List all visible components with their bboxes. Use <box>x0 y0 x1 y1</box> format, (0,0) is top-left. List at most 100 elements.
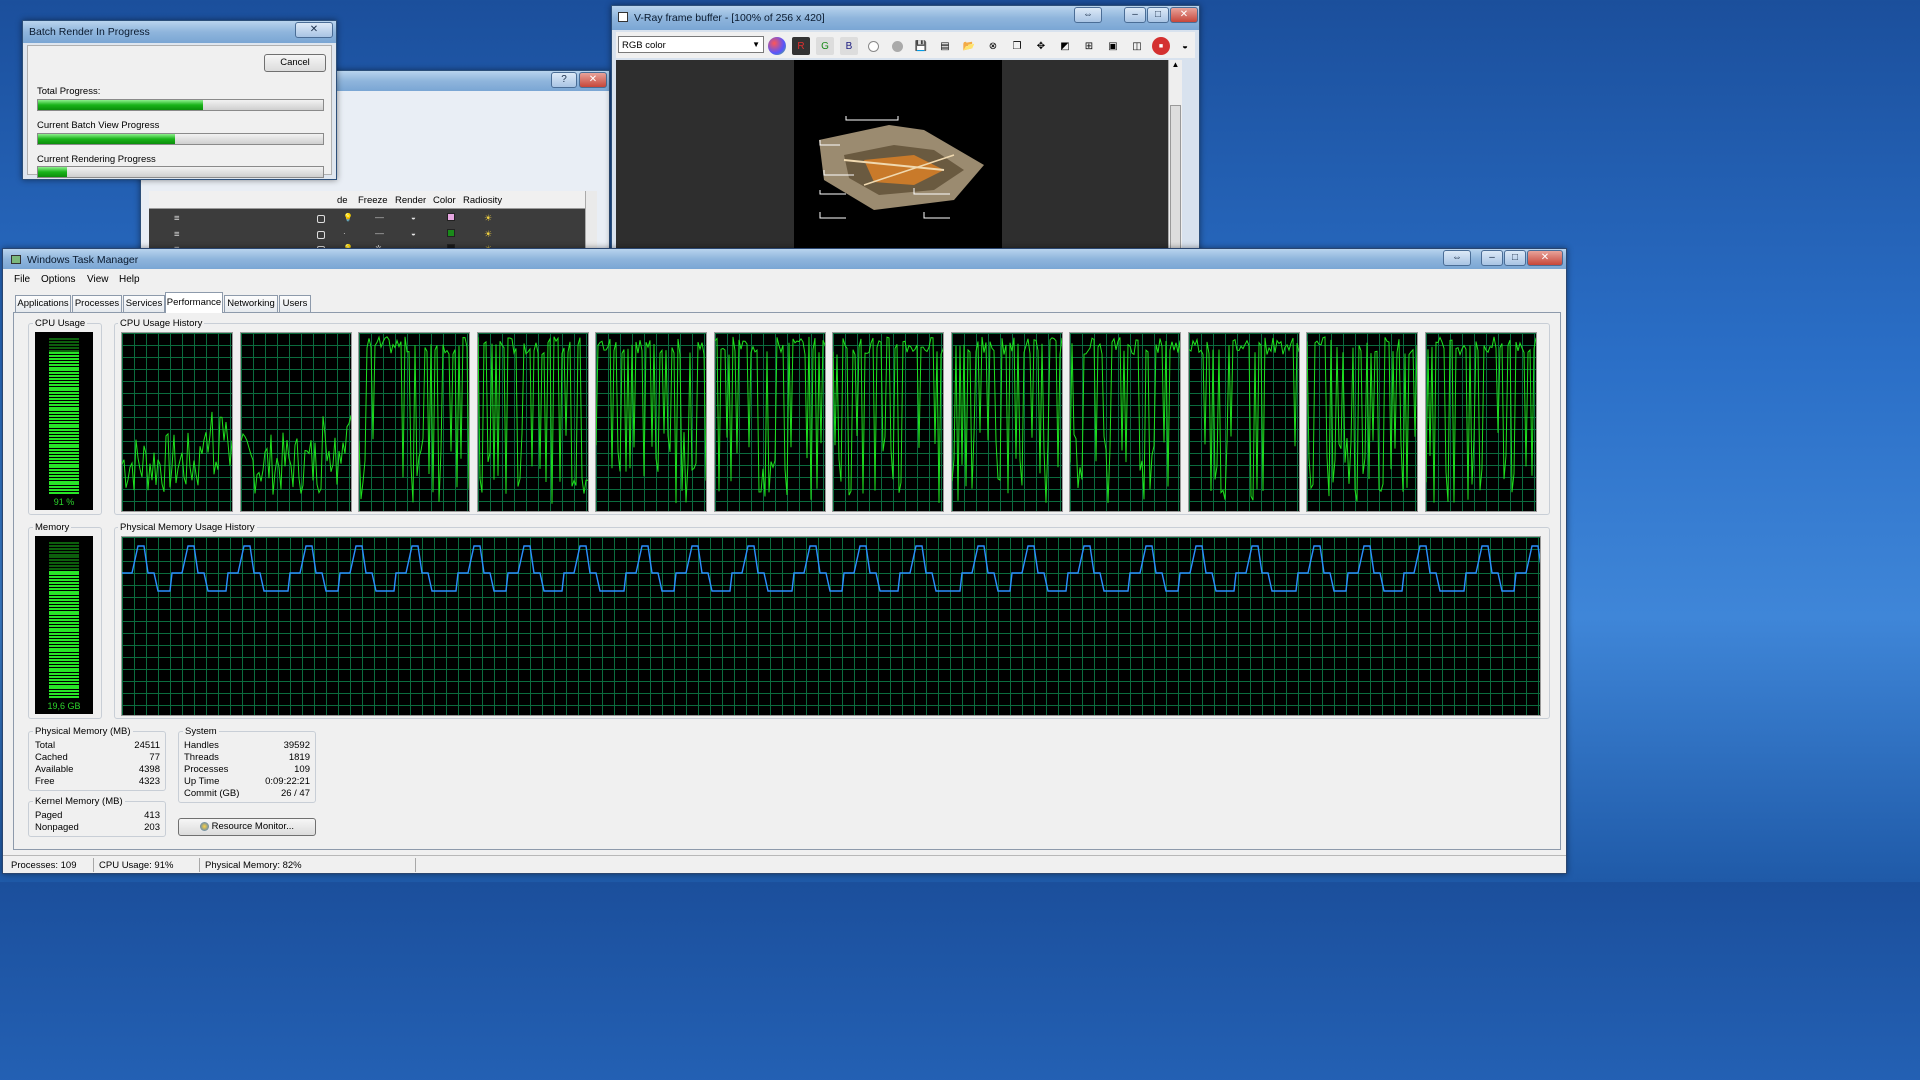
render-teapot-icon[interactable]: ◒ <box>411 213 416 222</box>
col-radiosity[interactable]: Radiosity <box>463 195 502 206</box>
meter-segment <box>49 378 79 380</box>
batch-render-titlebar[interactable]: Batch Render In Progress ✕ <box>23 21 336 43</box>
close-button[interactable]: ✕ <box>579 72 607 88</box>
menu-help[interactable]: Help <box>119 274 140 285</box>
channel-select[interactable]: RGB color ▼ <box>618 36 764 53</box>
vfb-scrollbar[interactable]: ▲ <box>1168 60 1182 256</box>
cancel-button[interactable]: Cancel <box>264 54 326 72</box>
bulb-icon[interactable]: 💡 <box>343 213 353 222</box>
meter-segment <box>49 681 79 684</box>
tab-networking[interactable]: Networking <box>224 295 278 312</box>
menu-view[interactable]: View <box>87 274 109 285</box>
status-cpu: CPU Usage: 91% <box>99 860 174 871</box>
tab-processes[interactable]: Processes <box>72 295 122 312</box>
alpha-white-icon[interactable] <box>864 37 882 55</box>
cpu-core-line <box>714 336 825 500</box>
close-button[interactable]: ✕ <box>1170 7 1198 23</box>
close-button[interactable]: ✕ <box>295 22 333 38</box>
minimize-button[interactable]: – <box>1124 7 1146 23</box>
meter-segment <box>49 343 79 346</box>
col-freeze[interactable]: Freeze <box>358 195 388 206</box>
save-all-icon[interactable]: ▤ <box>936 37 954 55</box>
clear-icon[interactable]: ⊗ <box>984 37 1002 55</box>
color-channels-icon[interactable] <box>768 37 786 55</box>
col-render[interactable]: Render <box>395 195 426 206</box>
layer-hide-checkbox[interactable] <box>317 230 325 239</box>
render-teapot-icon[interactable]: ◒ <box>1176 37 1194 55</box>
layer-row[interactable]: ≡ 💡 –– ◒ ☀ <box>149 211 597 227</box>
meter-segment <box>49 340 79 343</box>
restore-icon[interactable]: ⇔ <box>1443 250 1471 266</box>
menu-options[interactable]: Options <box>41 274 75 285</box>
km-nonpaged-label: Nonpaged <box>35 822 79 833</box>
meter-segment <box>49 412 79 415</box>
bulb-icon[interactable]: · <box>343 229 346 238</box>
minimize-button[interactable]: – <box>1481 250 1503 266</box>
meter-segment <box>49 690 79 693</box>
layer-color-swatch[interactable] <box>447 228 455 237</box>
rendering-progress-bar <box>37 166 324 178</box>
meter-segment <box>49 656 79 659</box>
tab-users[interactable]: Users <box>279 295 311 312</box>
meter-segment <box>49 415 79 418</box>
save-icon[interactable]: 💾 <box>912 37 930 55</box>
freeze-icon[interactable]: –– <box>375 229 384 238</box>
rendering-progress-label: Current Rendering Progress <box>37 154 156 165</box>
meter-segment <box>49 542 79 545</box>
tab-performance[interactable]: Performance <box>165 292 223 313</box>
freeze-icon[interactable]: –– <box>375 213 384 222</box>
region-render-icon[interactable]: ◩ <box>1056 37 1074 55</box>
help-button[interactable]: ? <box>551 72 577 88</box>
render-teapot-icon[interactable]: ◒ <box>411 229 416 238</box>
pixel-info-icon[interactable]: ◫ <box>1128 37 1146 55</box>
vfb-titlebar[interactable]: V-Ray frame buffer - [100% of 256 x 420]… <box>612 6 1199 30</box>
layer-row[interactable]: ≡ · –– ◒ ☀ <box>149 227 597 243</box>
menu-file[interactable]: File <box>14 274 30 285</box>
cpu-core-line <box>1188 337 1299 501</box>
vray-frame-buffer-window: V-Ray frame buffer - [100% of 256 x 420]… <box>611 5 1200 256</box>
scroll-up-icon[interactable]: ▲ <box>1169 60 1182 72</box>
tab-services[interactable]: Services <box>123 295 165 312</box>
red-channel-button[interactable]: R <box>792 37 810 55</box>
meter-segment <box>49 579 79 582</box>
meter-segment <box>49 687 79 690</box>
sys-handles-value: 39592 <box>283 740 310 751</box>
tab-applications[interactable]: Applications <box>15 295 71 312</box>
status-divider <box>415 858 416 872</box>
meter-segment <box>49 619 79 622</box>
layer-color-swatch[interactable] <box>447 213 455 221</box>
track-mouse-icon[interactable]: ✥ <box>1032 37 1050 55</box>
blue-channel-button[interactable]: B <box>840 37 858 55</box>
col-color[interactable]: Color <box>433 195 456 206</box>
stop-render-icon[interactable]: ■ <box>1152 37 1170 55</box>
open-folder-icon[interactable]: 📂 <box>960 37 978 55</box>
meter-segment <box>49 564 79 567</box>
cpu-core-line <box>951 336 1062 503</box>
status-divider <box>199 858 200 872</box>
meter-segment <box>49 613 79 616</box>
radiosity-icon[interactable]: ☀ <box>484 229 492 240</box>
sys-threads-value: 1819 <box>288 752 310 763</box>
resource-monitor-button[interactable]: Resource Monitor... <box>178 818 316 836</box>
cpu-core-line <box>1307 336 1417 502</box>
sys-uptime-value: 0:09:22:21 <box>265 776 310 787</box>
meter-segment <box>49 650 79 653</box>
mono-icon[interactable] <box>888 37 906 55</box>
meter-segment <box>49 380 79 383</box>
col-hide[interactable]: de <box>337 195 348 206</box>
maximize-button[interactable]: □ <box>1147 7 1169 23</box>
show-corrections-icon[interactable]: ▣ <box>1104 37 1122 55</box>
meter-segment <box>49 607 79 610</box>
meter-segment <box>49 446 79 449</box>
radiosity-icon[interactable]: ☀ <box>484 213 492 224</box>
close-button[interactable]: ✕ <box>1527 250 1563 266</box>
restore-icon[interactable]: ⇔ <box>1074 7 1102 23</box>
duplicate-icon[interactable]: ❐ <box>1008 37 1026 55</box>
link-icon[interactable]: ⊞ <box>1080 37 1098 55</box>
layer-hide-checkbox[interactable] <box>317 215 325 223</box>
meter-segment <box>49 684 79 687</box>
task-manager-titlebar[interactable]: Windows Task Manager ⇔ – □ ✕ <box>3 249 1566 269</box>
maximize-button[interactable]: □ <box>1504 250 1526 266</box>
scroll-thumb[interactable] <box>1170 105 1181 255</box>
green-channel-button[interactable]: G <box>816 37 834 55</box>
